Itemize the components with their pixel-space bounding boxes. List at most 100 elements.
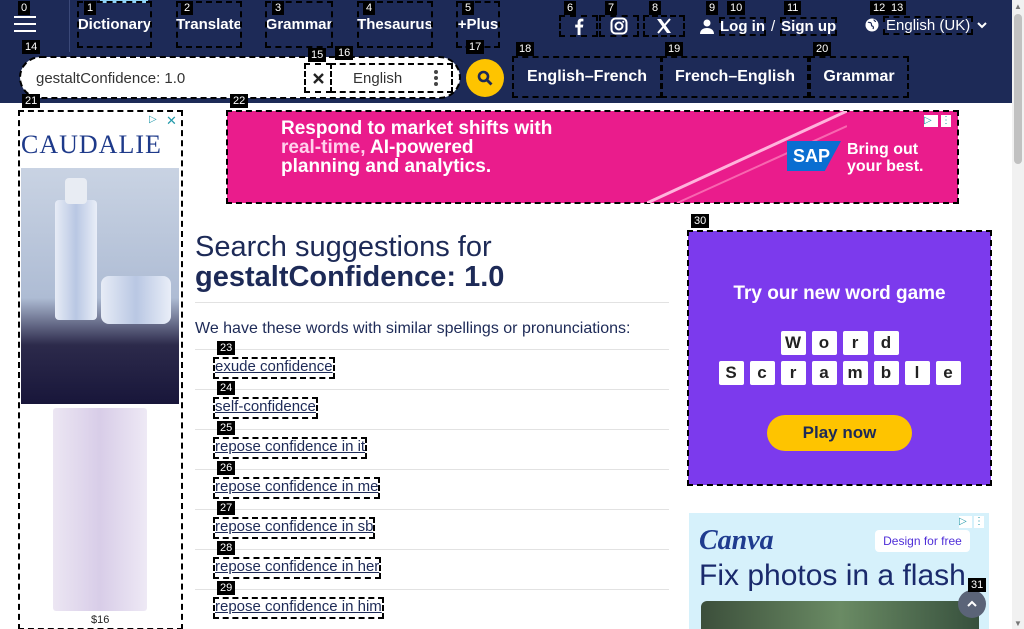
signup-link[interactable]: Sign up (780, 16, 838, 36)
lip-balm-product-image (53, 408, 147, 611)
skincare-product-image (21, 168, 179, 404)
marker-tag: 16 (335, 46, 354, 60)
marker-tag: 12 (870, 1, 889, 15)
more-options-icon (434, 70, 438, 88)
word-scramble-ad[interactable]: Try our new word game Word Scramble Play… (687, 230, 992, 486)
divider (195, 549, 669, 550)
sap-tagline: Bring out your best. (847, 141, 924, 175)
divider (195, 302, 669, 303)
search-button[interactable] (466, 59, 504, 97)
caudalie-logo: CAUDALIE (21, 130, 162, 159)
results-heading-prefix: Search suggestions for (195, 231, 492, 263)
suggestion-link[interactable]: repose confidence in it (212, 437, 368, 459)
facebook-icon[interactable] (559, 15, 598, 37)
suggestion-link[interactable]: exude confidence (213, 357, 335, 379)
divider (195, 389, 669, 390)
banner-headline: Respond to market shifts with real-time,… (281, 118, 553, 177)
adchoices-icon[interactable]: ▷ (959, 516, 972, 528)
marker-tag: 2 (181, 1, 194, 15)
word-tiles-row1: Word (688, 331, 991, 355)
suggestions-intro: We have these words with similar spellin… (195, 320, 631, 337)
ad-price: $16 (91, 614, 110, 626)
suggestion-link[interactable]: repose confidence in me (212, 477, 381, 499)
adchoices-icon[interactable]: ▷ (924, 115, 938, 127)
divider (195, 349, 669, 350)
marker-tag: 31 (968, 578, 987, 592)
marker-tag: 27 (217, 501, 236, 515)
marker-tag: 11 (784, 1, 802, 15)
divider (195, 469, 669, 470)
top-navbar (0, 0, 1012, 52)
canva-ad[interactable]: Canva Design for free Fix photos in a fl… (689, 513, 989, 629)
ad-close-icon[interactable]: ✕ (166, 113, 178, 128)
search-icon (477, 70, 493, 86)
canva-photo (701, 601, 979, 629)
word-game-heading: Try our new word game (733, 283, 946, 304)
marker-tag: 6 (564, 1, 577, 15)
marker-tag: 23 (217, 341, 236, 355)
dictionary-select[interactable]: English (330, 63, 453, 93)
play-now-button[interactable]: Play now (767, 415, 912, 451)
marker-tag: 15 (308, 48, 327, 62)
subnav-french-english[interactable]: French–English (661, 56, 809, 98)
dictionary-select-value: English (353, 69, 403, 87)
suggestion-link[interactable]: repose confidence in him (213, 597, 384, 619)
ad-menu-icon[interactable]: ⋮ (974, 516, 984, 528)
subnav-english-french[interactable]: English–French (512, 56, 662, 98)
language-selector[interactable]: English (UK) (865, 14, 987, 36)
search-input[interactable] (36, 68, 296, 88)
marker-tag: 9 (706, 1, 719, 15)
marker-tag: 24 (217, 381, 236, 395)
ad-menu-icon[interactable]: ⋮ (941, 115, 951, 127)
marker-tag: 30 (691, 214, 710, 228)
scroll-up-arrow[interactable]: ▲ (1012, 0, 1024, 12)
marker-tag: 8 (649, 1, 662, 15)
marker-tag: 10 (727, 1, 746, 15)
canva-logo: Canva (699, 525, 774, 556)
scroll-to-top-button[interactable] (958, 590, 986, 618)
design-for-free-button[interactable]: Design for free (875, 530, 970, 552)
marker-tag: 5 (462, 1, 475, 15)
nav-divider (69, 0, 70, 52)
results-heading: Search suggestions for gestaltConfidence… (195, 232, 670, 292)
marker-tag: 29 (217, 581, 236, 595)
account-links: Log in / Sign up (700, 14, 838, 38)
marker-tag: 22 (230, 94, 249, 108)
marker-tag: 21 (22, 94, 41, 108)
marker-tag: 18 (516, 42, 535, 56)
marker-tag: 0 (18, 1, 31, 15)
x-twitter-icon[interactable] (643, 15, 685, 37)
chevron-up-icon (967, 600, 977, 607)
results-query: gestaltConfidence: 1.0 (195, 261, 505, 293)
scroll-down-arrow[interactable]: ▼ (1012, 617, 1024, 629)
suggestion-link[interactable]: self-confidence (213, 397, 318, 419)
marker-tag: 17 (466, 40, 485, 54)
top-banner-ad[interactable]: Respond to market shifts with real-time,… (226, 110, 959, 204)
scrollbar-thumb[interactable] (1014, 14, 1022, 164)
user-icon (700, 19, 714, 34)
canva-headline: Fix photos in a flash (699, 559, 966, 592)
close-icon (312, 72, 324, 84)
marker-tag: 13 (888, 1, 907, 15)
marker-tag: 4 (363, 1, 376, 15)
marker-tag: 19 (665, 42, 684, 56)
word-tiles-row2: Scramble (688, 361, 991, 385)
chevron-down-icon (977, 21, 987, 28)
marker-tag: 7 (605, 1, 618, 15)
login-separator: / (771, 17, 776, 35)
adchoices-icon[interactable]: ▷ (149, 114, 161, 126)
marker-tag: 28 (217, 541, 236, 555)
suggestion-link[interactable]: repose confidence in sb (212, 517, 376, 539)
globe-icon (865, 18, 879, 32)
clear-search-button[interactable] (304, 63, 332, 93)
divider (195, 429, 669, 430)
marker-tag: 20 (813, 42, 832, 56)
language-label: English (UK) (882, 15, 974, 35)
suggestion-link[interactable]: repose confidence in her (212, 557, 382, 579)
marker-tag: 3 (272, 1, 285, 15)
subnav-grammar[interactable]: Grammar (809, 56, 909, 98)
menu-icon[interactable] (14, 16, 36, 34)
instagram-icon[interactable] (599, 15, 639, 37)
login-link[interactable]: Log in (719, 16, 766, 36)
marker-tag: 14 (22, 40, 41, 54)
